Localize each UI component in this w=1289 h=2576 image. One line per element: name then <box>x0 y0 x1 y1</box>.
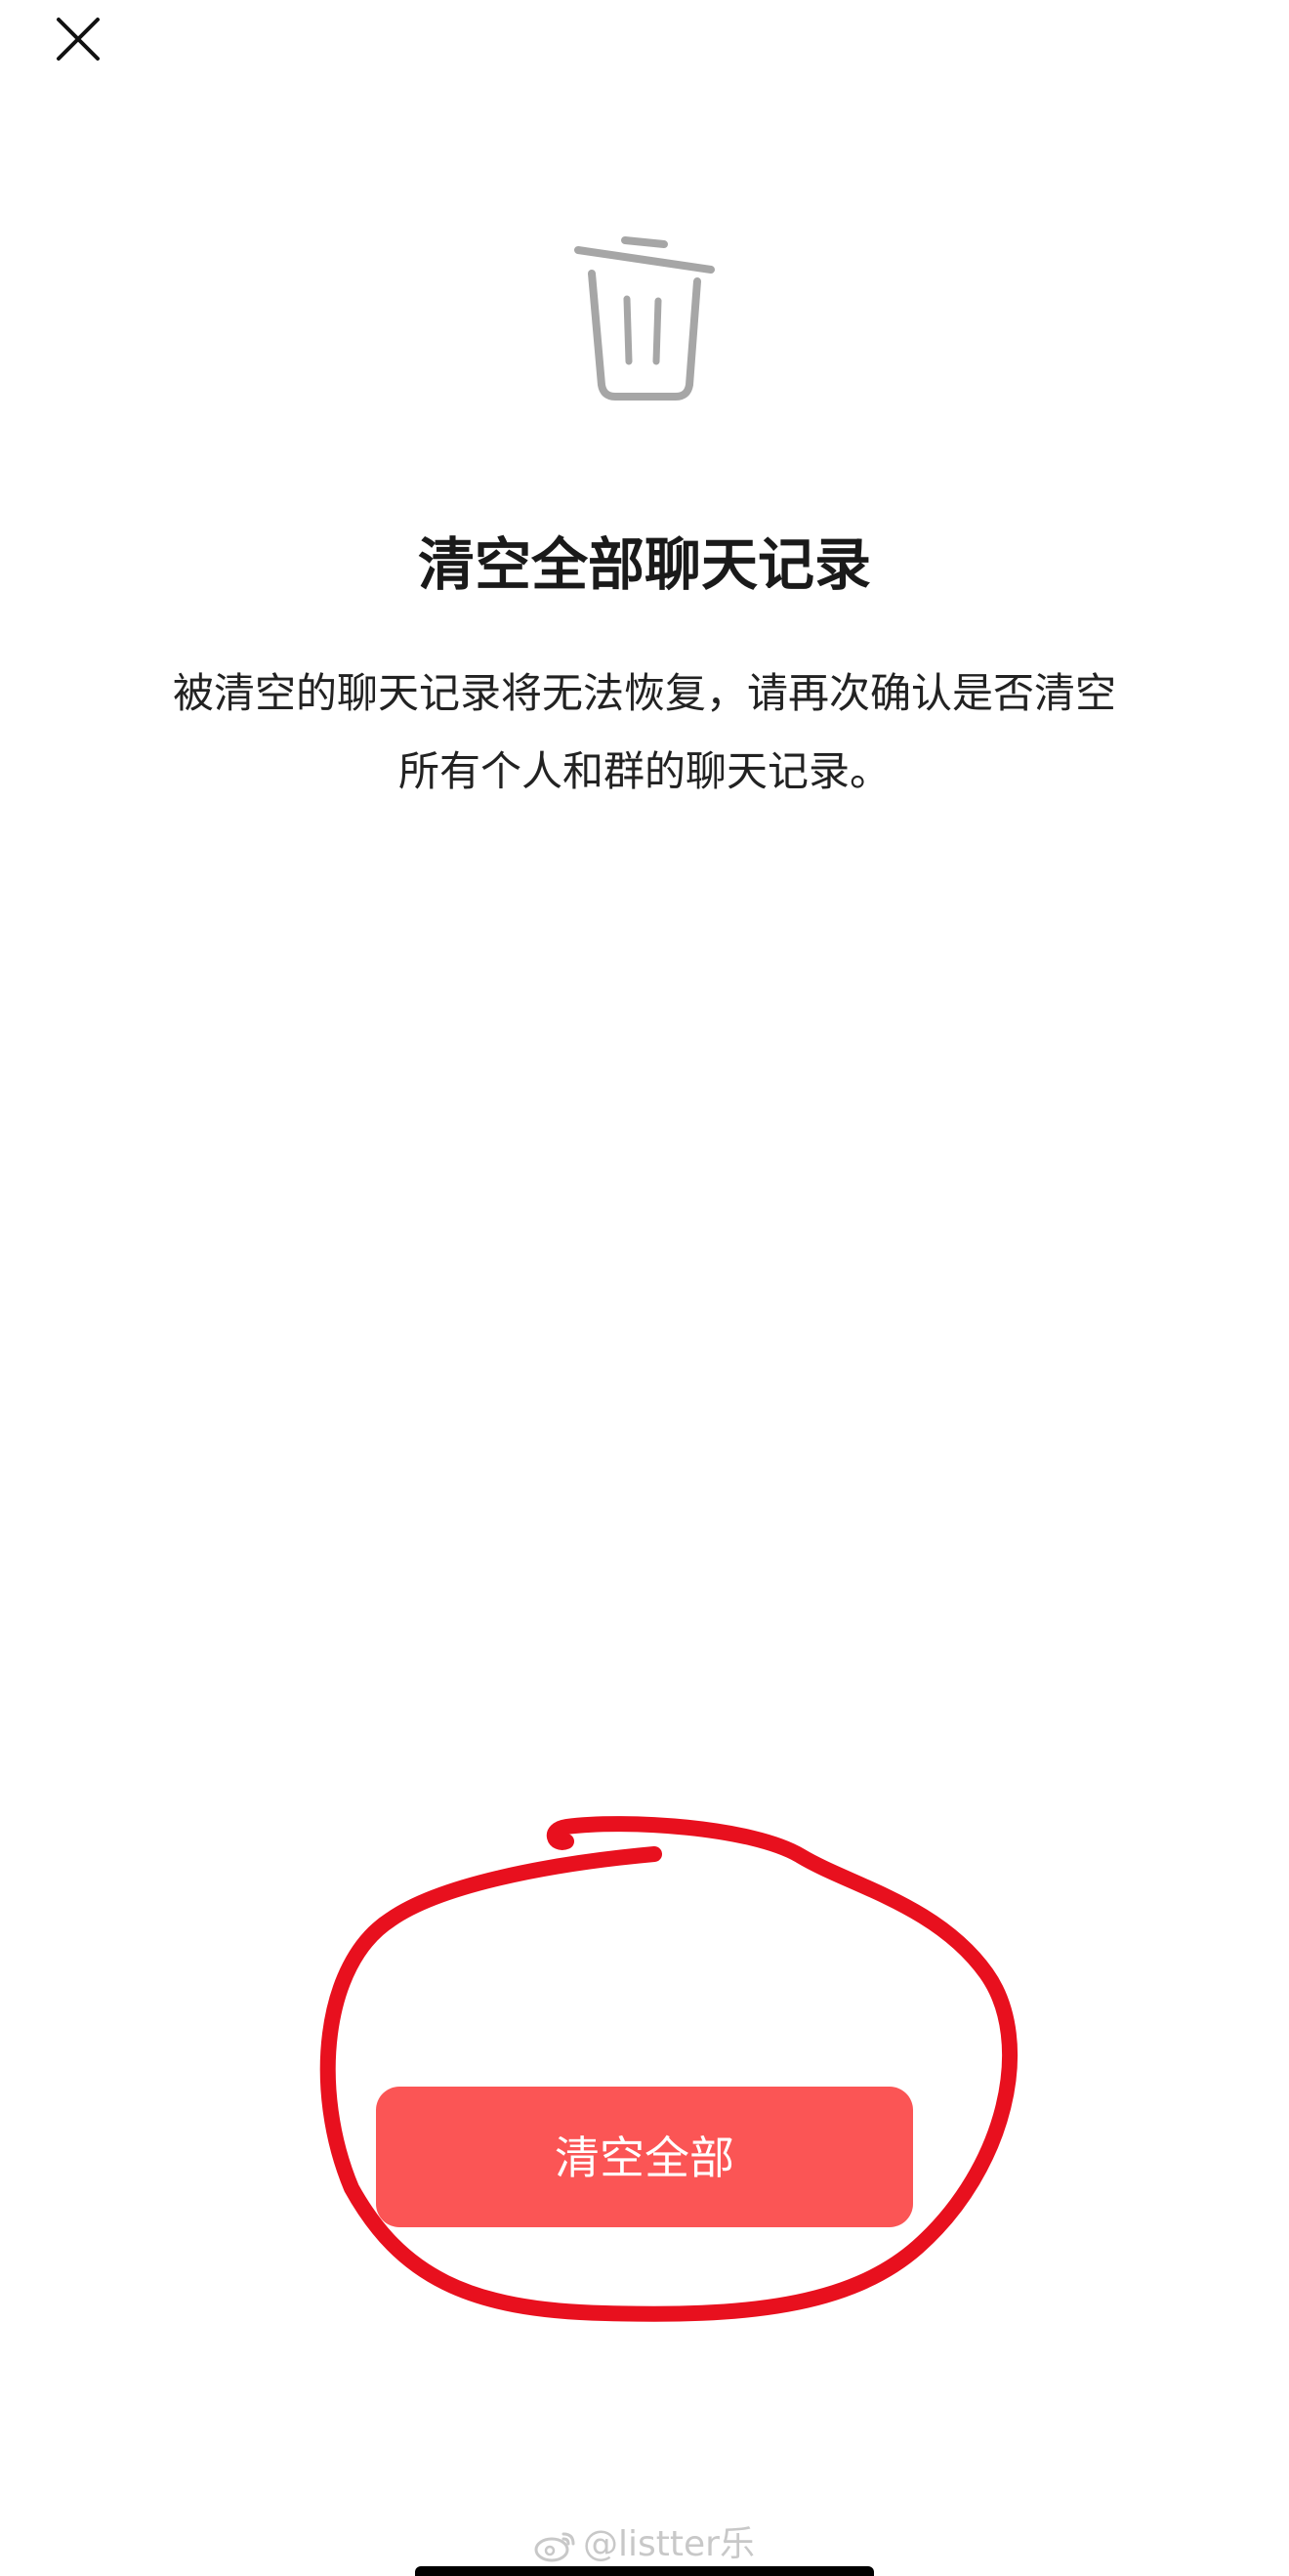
clear-all-button[interactable]: 清空全部 <box>376 2087 913 2227</box>
close-icon <box>57 18 100 61</box>
weibo-icon <box>534 2532 575 2562</box>
description-line: 被清空的聊天记录将无法恢复，请再次确认是否清空 <box>172 669 1116 717</box>
home-indicator[interactable] <box>415 2566 874 2576</box>
trash-icon <box>574 236 715 401</box>
close-button[interactable] <box>39 0 117 78</box>
page-title: 清空全部聊天记录 <box>417 531 871 598</box>
description-line: 所有个人和群的聊天记录。 <box>397 747 891 795</box>
watermark: @listter乐 <box>0 2520 1289 2569</box>
watermark-text: @listter乐 <box>583 2524 755 2564</box>
warning-description: 被清空的聊天记录将无法恢复，请再次确认是否清空 所有个人和群的聊天记录。 <box>98 655 1191 811</box>
